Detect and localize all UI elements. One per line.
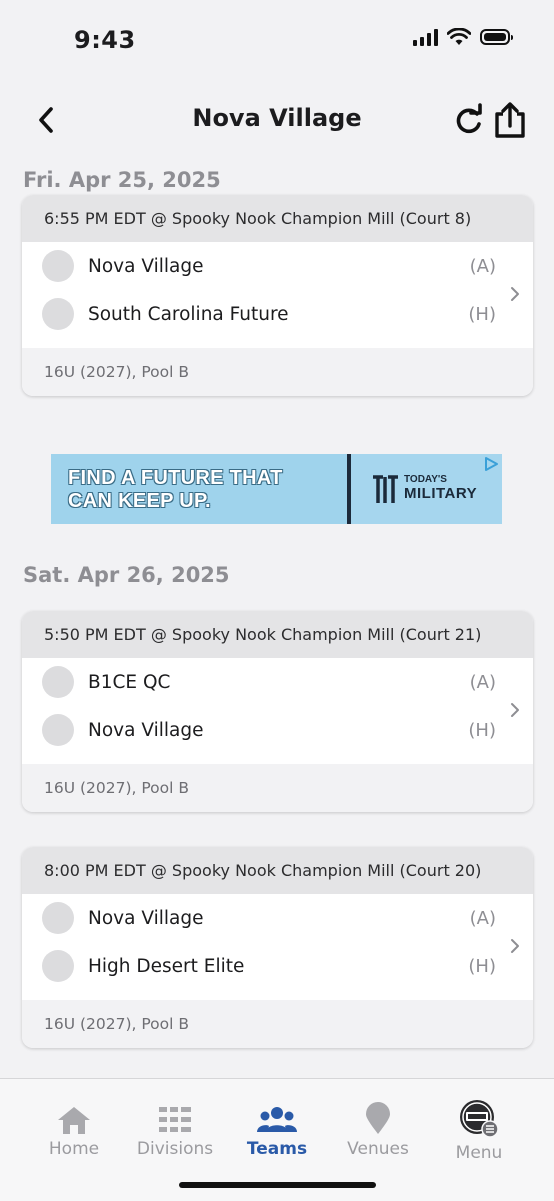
game-time-venue: 5:50 PM EDT @ Spooky Nook Champion Mill … [22, 611, 533, 658]
refresh-button[interactable] [452, 102, 486, 138]
team-avatar [42, 298, 74, 330]
team-avatar [42, 902, 74, 934]
chevron-right-icon [511, 939, 519, 953]
team-name: South Carolina Future [88, 303, 289, 325]
chevron-right-icon [511, 703, 519, 717]
team-row: B1CE QC (A) [22, 658, 533, 706]
team-side: (H) [468, 303, 496, 325]
battery-icon [480, 29, 513, 45]
game-time-venue: 6:55 PM EDT @ Spooky Nook Champion Mill … [22, 195, 533, 242]
division-pool: 16U (2027), Pool B [22, 1000, 533, 1048]
tab-menu[interactable]: Menu [429, 1100, 529, 1163]
team-name: High Desert Elite [88, 955, 245, 977]
team-avatar [42, 950, 74, 982]
cellular-signal-icon [413, 28, 438, 46]
share-button[interactable] [492, 100, 528, 140]
game-card[interactable]: 5:50 PM EDT @ Spooky Nook Champion Mill … [22, 611, 533, 812]
team-avatar [42, 250, 74, 282]
refresh-icon [456, 103, 482, 134]
wifi-icon [447, 28, 471, 45]
game-card[interactable]: 8:00 PM EDT @ Spooky Nook Champion Mill … [22, 847, 533, 1048]
team-row: Nova Village (H) [22, 706, 533, 754]
team-name: Nova Village [88, 255, 204, 277]
team-row: Nova Village (A) [22, 894, 533, 942]
date-header: Fri. Apr 25, 2025 [23, 168, 221, 192]
ad-tagline: FIND A FUTURE THAT CAN KEEP UP. [68, 467, 283, 512]
ad-brand-main: MILITARY [404, 485, 478, 502]
date-header: Sat. Apr 26, 2025 [23, 563, 230, 587]
tab-teams[interactable]: Teams [227, 1101, 327, 1159]
teams-icon [257, 1107, 297, 1132]
team-side: (H) [468, 955, 496, 977]
division-pool: 16U (2027), Pool B [22, 764, 533, 812]
team-name: Nova Village [88, 719, 204, 741]
division-pool: 16U (2027), Pool B [22, 348, 533, 396]
tab-venues[interactable]: Venues [328, 1101, 428, 1159]
tab-home[interactable]: Home [24, 1101, 124, 1159]
team-name: Nova Village [88, 907, 204, 929]
game-card[interactable]: 6:55 PM EDT @ Spooky Nook Champion Mill … [22, 195, 533, 396]
military-logo-icon [373, 475, 398, 503]
home-icon [58, 1107, 90, 1134]
divisions-icon [159, 1107, 191, 1132]
team-row: High Desert Elite (H) [22, 942, 533, 990]
ad-banner[interactable]: FIND A FUTURE THAT CAN KEEP UP. TODAY'S … [51, 454, 502, 524]
venue-pin-icon [366, 1102, 390, 1134]
adchoices-icon[interactable] [482, 456, 500, 472]
game-time-venue: 8:00 PM EDT @ Spooky Nook Champion Mill … [22, 847, 533, 894]
team-side: (A) [469, 255, 496, 277]
team-name: B1CE QC [88, 671, 171, 693]
team-row: South Carolina Future (H) [22, 290, 533, 338]
team-avatar [42, 714, 74, 746]
chevron-right-icon [511, 287, 519, 301]
home-indicator [179, 1182, 376, 1188]
team-side: (A) [469, 671, 496, 693]
share-icon [495, 102, 525, 138]
team-side: (H) [468, 719, 496, 741]
status-icons [413, 28, 513, 46]
menu-logo-icon [460, 1100, 499, 1138]
team-row: Nova Village (A) [22, 242, 533, 290]
team-side: (A) [469, 907, 496, 929]
ad-brand-top: TODAY'S [404, 474, 447, 485]
tab-divisions[interactable]: Divisions [125, 1101, 225, 1159]
status-time: 9:43 [74, 26, 136, 54]
team-avatar [42, 666, 74, 698]
